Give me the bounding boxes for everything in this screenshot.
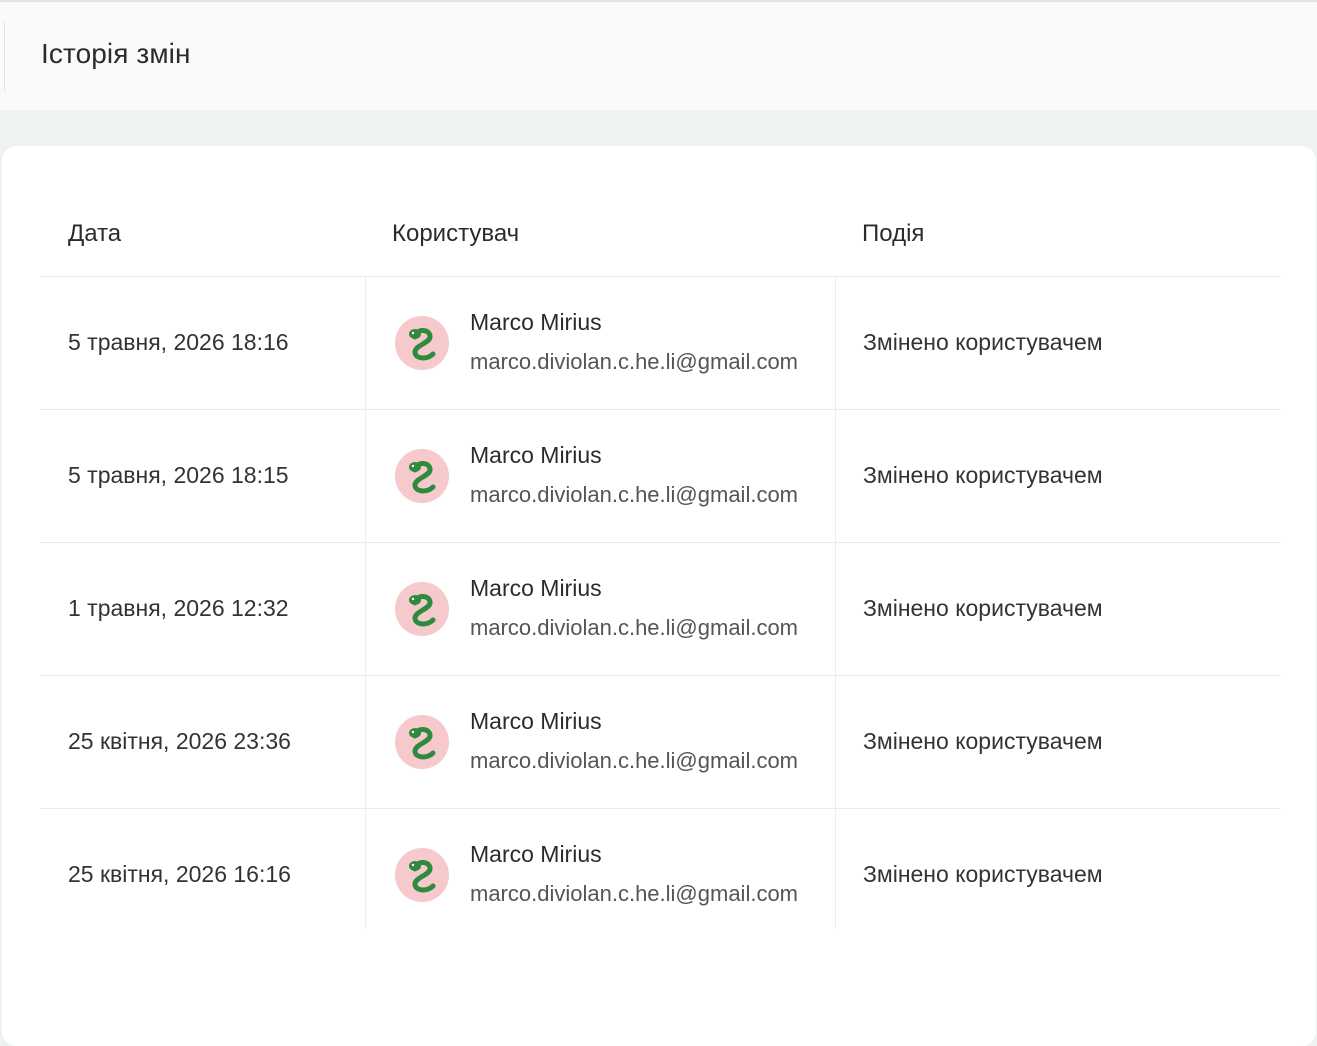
history-card: Дата Користувач Подія 5 травня, 2026 18:… [2,146,1316,1046]
user-email: marco.diviolan.c.he.li@gmail.com [470,881,799,906]
snake-icon [409,594,436,627]
column-divider [365,543,366,675]
snake-icon [409,328,436,361]
avatar [395,715,449,769]
row-event: Змінено користувачем [863,595,1103,621]
column-divider [365,676,366,808]
column-divider [835,809,836,929]
column-divider [365,809,366,929]
history-table: Дата Користувач Подія 5 травня, 2026 18:… [40,146,1281,929]
user-email: marco.diviolan.c.he.li@gmail.com [470,748,799,773]
user-email: marco.diviolan.c.he.li@gmail.com [470,482,799,507]
avatar [395,848,449,902]
column-divider [365,410,366,542]
user-name: Marco Mirius [470,575,602,601]
avatar [395,582,449,636]
user-name: Marco Mirius [470,708,602,734]
row-event: Змінено користувачем [863,728,1103,754]
user-name: Marco Mirius [470,841,602,867]
table-row: 1 травня, 2026 12:32 Marco Mirius marco.… [40,543,1281,676]
row-event: Змінено користувачем [863,329,1103,355]
table-header: Дата Користувач Подія [40,146,1281,277]
table-row: 5 травня, 2026 18:16 Marco Mirius marco.… [40,277,1281,410]
row-event: Змінено користувачем [863,462,1103,488]
column-divider [835,277,836,409]
row-date: 5 травня, 2026 18:16 [68,329,289,355]
header-divider [4,22,5,92]
user-email: marco.diviolan.c.he.li@gmail.com [470,349,799,374]
table-row: 5 травня, 2026 18:15 Marco Mirius marco.… [40,410,1281,543]
row-date: 1 травня, 2026 12:32 [68,595,289,621]
column-divider [835,676,836,808]
column-divider [835,543,836,675]
user-name: Marco Mirius [470,442,602,468]
column-divider [835,410,836,542]
page-header: Історія змін [0,2,1317,110]
column-divider [365,277,366,409]
snake-icon [409,727,436,760]
column-header-date: Дата [68,220,122,247]
row-date: 25 квітня, 2026 23:36 [68,728,291,754]
page-title: Історія змін [41,38,191,69]
snake-icon [409,860,436,893]
table-row: 25 квітня, 2026 23:36 Marco Mirius marco… [40,676,1281,809]
snake-icon [409,461,436,494]
column-header-user: Користувач [392,220,520,247]
row-date: 25 квітня, 2026 16:16 [68,861,291,887]
row-event: Змінено користувачем [863,861,1103,887]
user-name: Marco Mirius [470,309,602,335]
column-header-event: Подія [862,220,925,247]
user-email: marco.diviolan.c.he.li@gmail.com [470,615,799,640]
avatar [395,449,449,503]
table-row: 25 квітня, 2026 16:16 Marco Mirius marco… [40,809,1281,929]
row-date: 5 травня, 2026 18:15 [68,462,289,488]
avatar [395,316,449,370]
